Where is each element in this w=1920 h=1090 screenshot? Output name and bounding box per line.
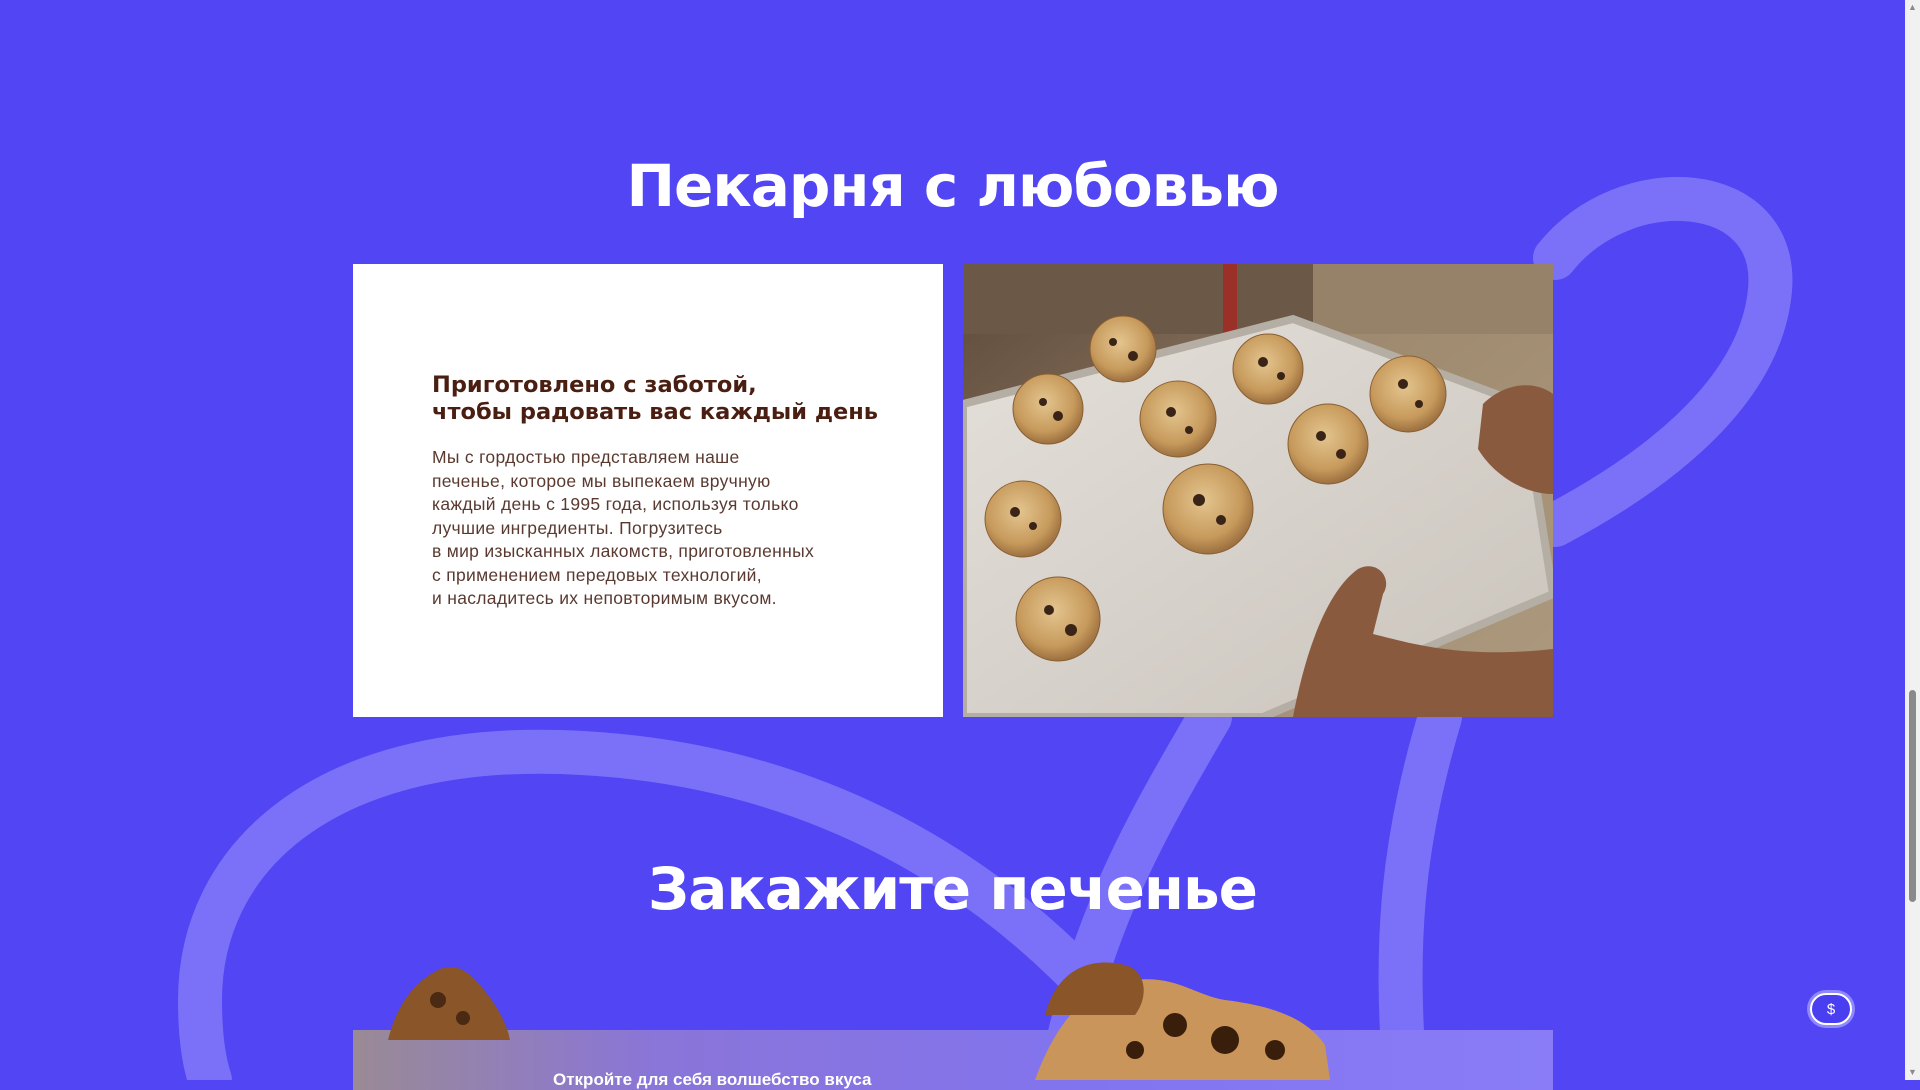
dollar-icon: $ (1826, 1000, 1836, 1018)
cookies-on-baking-tray-photo (963, 264, 1553, 717)
card-heading-line: чтобы радовать вас каждый день (432, 399, 879, 425)
card-heading-line: Приготовлено с заботой, (432, 372, 757, 398)
card-description-line: Мы с гордостью представляем наше (432, 447, 740, 467)
cookie-piece-left-image (388, 966, 510, 1040)
order-section-title: Закажите печенье (647, 855, 1258, 923)
about-section-title: Пекарня с любовью (626, 152, 1280, 220)
scroll-up-arrow-icon[interactable]: ▲ (1907, 2, 1918, 13)
card-description-line: печенье, которое мы выпекаем вручную (432, 470, 771, 491)
card-description-line: в мир изысканных лакомств, приготовленны… (432, 541, 815, 561)
currency-button[interactable]: $ (1810, 993, 1852, 1025)
order-promo-banner: Откройте для себя волшебство вкуса (353, 1030, 1553, 1090)
card-description-line: каждый день с 1995 года, используя тольк… (432, 494, 799, 514)
card-description-line: и насладитесь их неповторимым вкусом. (432, 588, 777, 608)
scroll-down-arrow-icon[interactable]: ▼ (1907, 1067, 1918, 1078)
scrollbar-thumb[interactable] (1909, 690, 1916, 902)
about-text-card: Приготовлено с заботой, чтобы радовать в… (353, 264, 943, 717)
order-promo-text: Откройте для себя волшебство вкуса (553, 1070, 872, 1089)
card-description-line: лучшие ингредиенты. Погрузитесь (432, 517, 723, 538)
card-heading: Приготовлено с заботой, чтобы радовать в… (432, 372, 912, 426)
page-scrollbar[interactable]: ▲ ▼ (1905, 0, 1920, 1080)
card-description: Мы с гордостью представляем наше печенье… (432, 446, 892, 611)
card-description-line: с применением передовых технологий, (432, 564, 762, 585)
